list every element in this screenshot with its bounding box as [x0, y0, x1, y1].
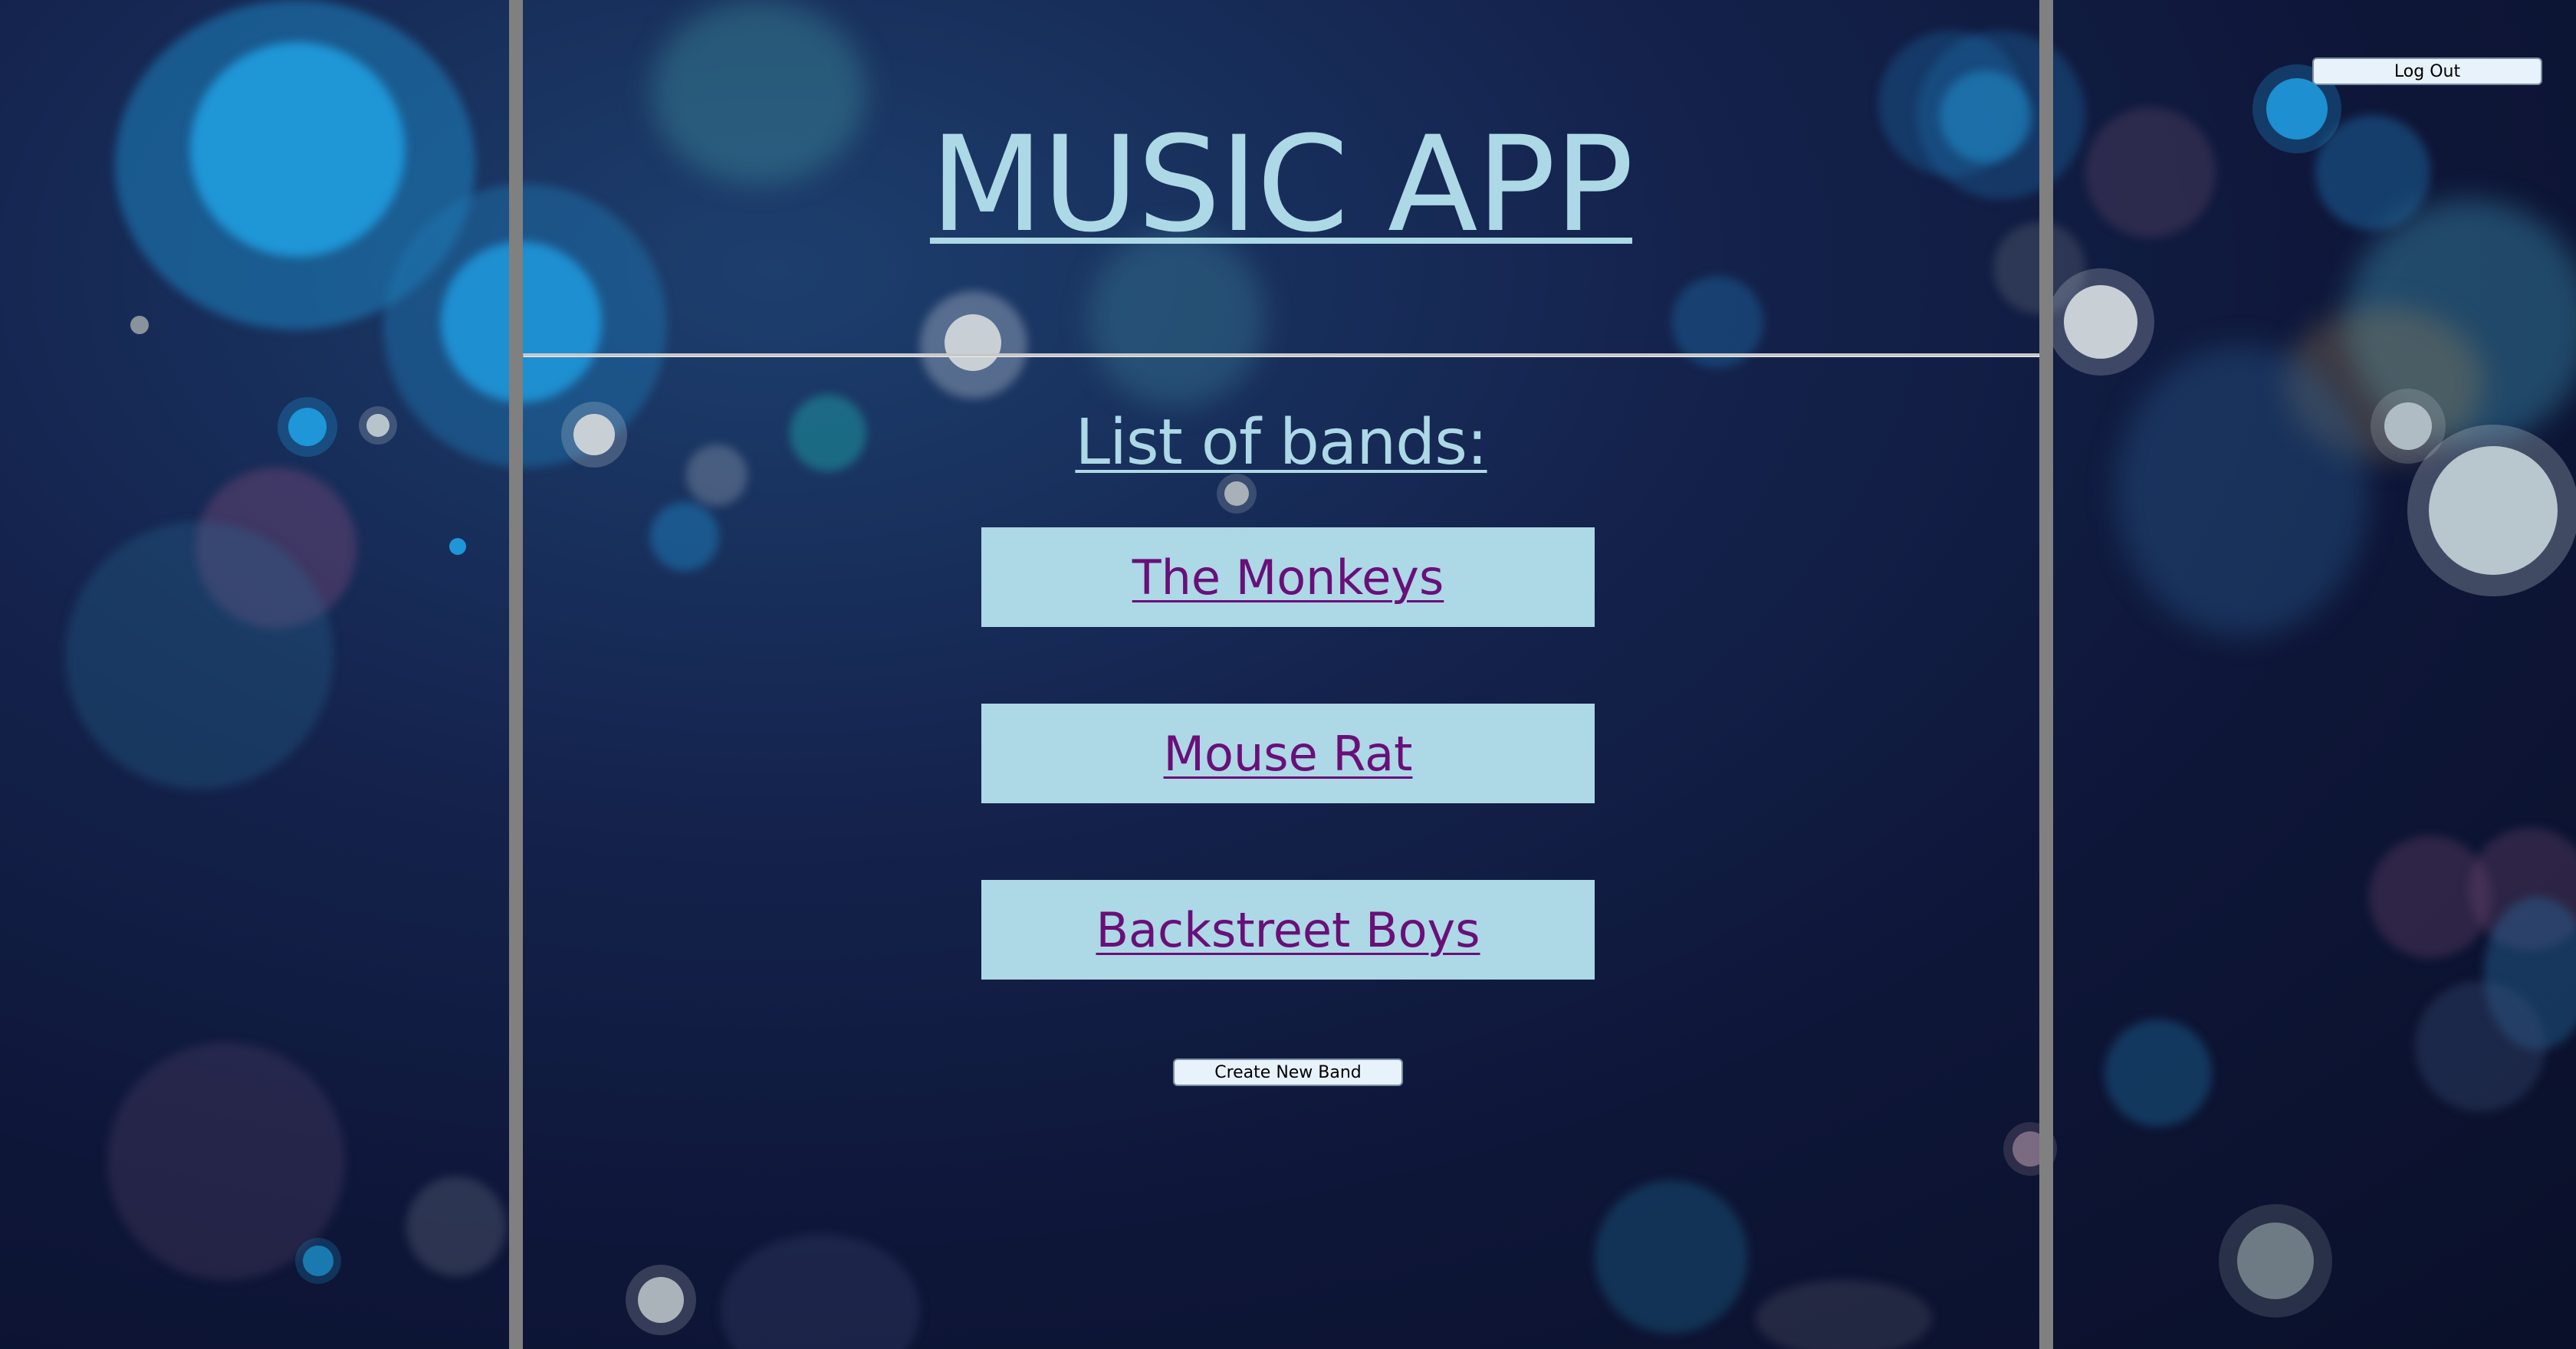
- bokeh-circle: [2484, 897, 2576, 1050]
- band-list-item: Backstreet Boys: [981, 880, 1595, 980]
- log-out-button[interactable]: Log Out: [2312, 57, 2542, 85]
- bokeh-circle: [2315, 115, 2430, 230]
- bokeh-circle: [288, 408, 327, 446]
- create-new-band-button[interactable]: Create New Band: [1173, 1059, 1403, 1086]
- band-list-item: The Monkeys: [981, 527, 1595, 627]
- bokeh-circle: [2469, 828, 2576, 950]
- band-link[interactable]: Mouse Rat: [1164, 726, 1413, 782]
- bokeh-circle: [190, 42, 405, 257]
- bokeh-circle: [2237, 1223, 2314, 1299]
- bokeh-circle: [107, 1042, 345, 1280]
- bokeh-circle: [2415, 981, 2545, 1111]
- bokeh-circle: [2064, 285, 2137, 359]
- bokeh-circle: [406, 1177, 506, 1276]
- bokeh-circle: [2085, 107, 2216, 238]
- bokeh-circle: [115, 0, 475, 330]
- app-title: MUSIC APP: [929, 107, 1634, 261]
- bokeh-circle: [65, 521, 334, 789]
- bokeh-circle: [196, 468, 356, 629]
- bokeh-circle: [2429, 446, 2558, 575]
- band-link[interactable]: Backstreet Boys: [1096, 902, 1480, 958]
- main-column: MUSIC APP List of bands: The Monkeys Mou…: [509, 0, 2053, 1349]
- bokeh-circle: [2266, 78, 2328, 139]
- bokeh-circle: [366, 414, 389, 437]
- bokeh-circle: [2384, 402, 2432, 450]
- band-list-heading: List of bands:: [1075, 406, 1487, 479]
- band-list-item: Mouse Rat: [981, 704, 1595, 803]
- band-link[interactable]: The Monkeys: [1132, 550, 1444, 606]
- divider: [523, 353, 2039, 357]
- bokeh-circle: [2285, 307, 2484, 460]
- bokeh-circle: [2369, 835, 2492, 958]
- bokeh-circle: [2104, 1019, 2212, 1127]
- bokeh-circle: [449, 538, 466, 555]
- bokeh-circle: [2116, 345, 2369, 636]
- bokeh-circle: [130, 316, 149, 334]
- bokeh-circle: [2346, 199, 2576, 445]
- bokeh-circle: [303, 1246, 334, 1276]
